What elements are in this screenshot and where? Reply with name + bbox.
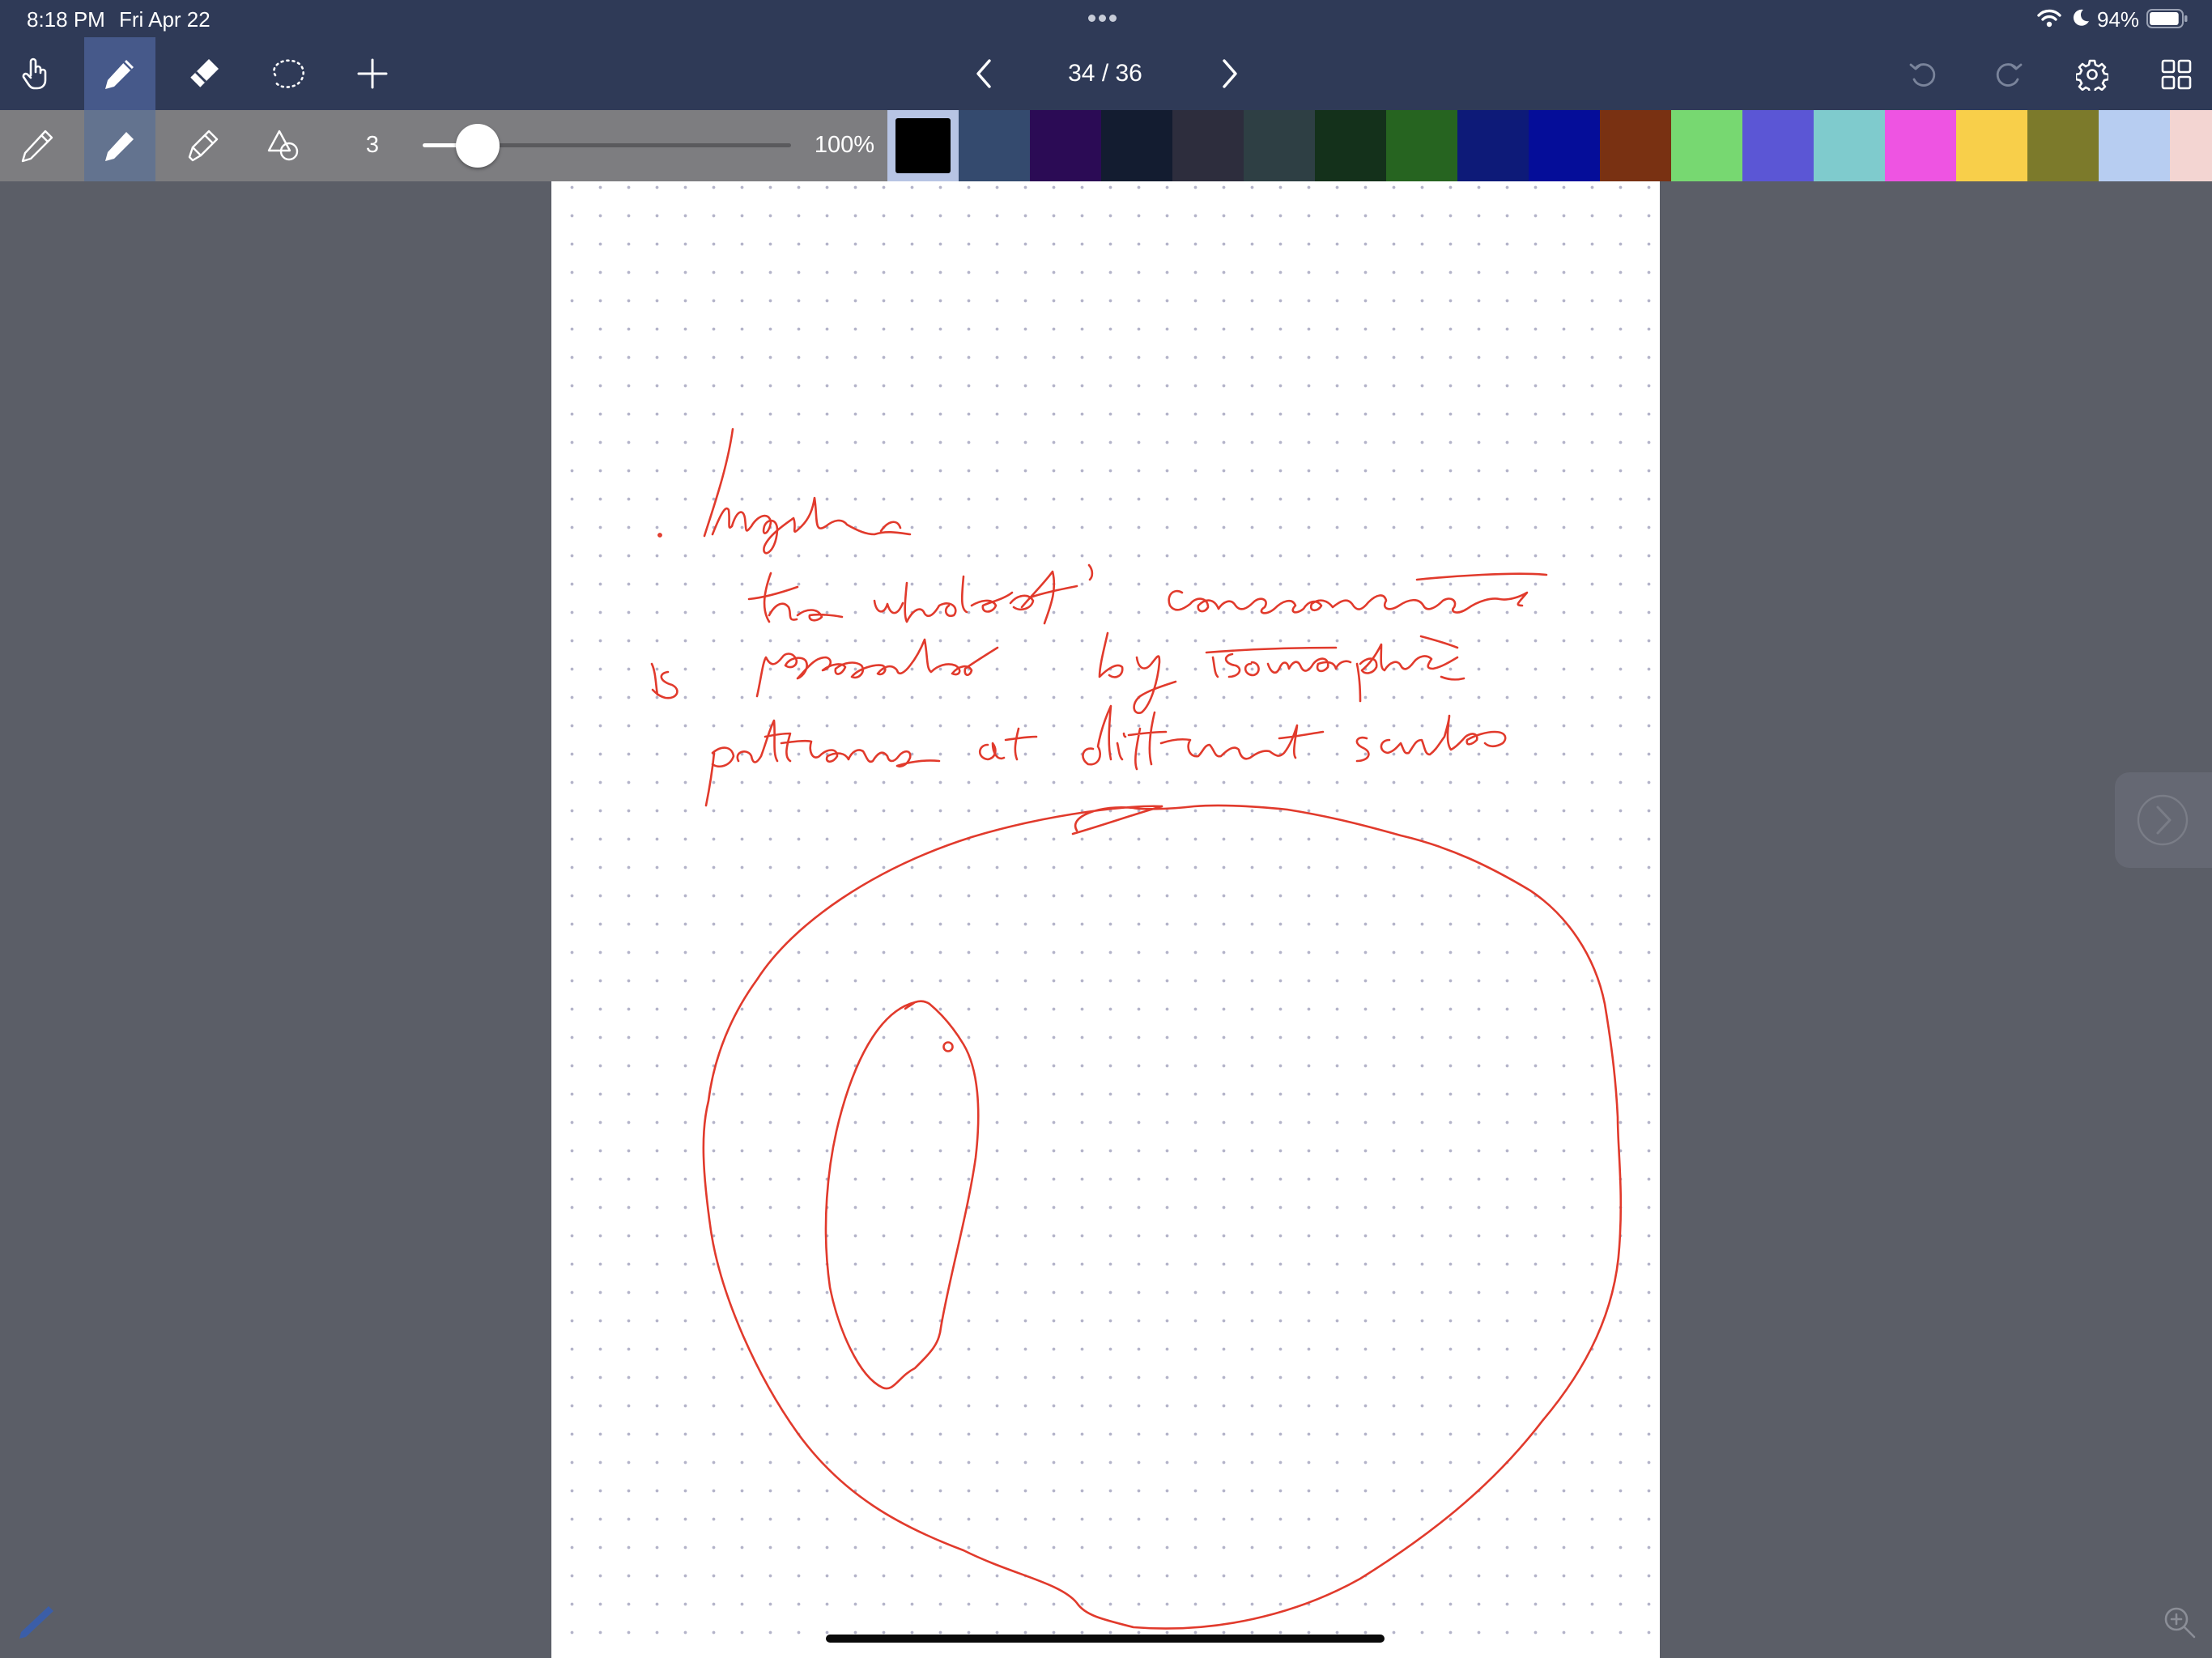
next-page-button[interactable] [2115, 772, 2212, 868]
ink-word-represented [755, 638, 999, 698]
ink-small-circle [942, 1041, 954, 1052]
ink-word-the [747, 572, 844, 623]
ink-word-consciousness [1168, 589, 1529, 614]
ink-word-different [1082, 704, 1325, 771]
ink-word-by [1098, 631, 1177, 714]
ink-dot [657, 533, 662, 538]
ink-word-patterns [704, 719, 941, 807]
home-indicator[interactable] [826, 1635, 1385, 1643]
zoom-in-icon[interactable] [2162, 1605, 2197, 1640]
ink-word-isomorphic [1211, 643, 1459, 703]
ink-outer-circle [1071, 805, 1163, 835]
handwriting-ink: Imagine / the whole of consciousness / i… [650, 427, 1623, 1630]
ink-strike [1415, 572, 1548, 581]
ink-word-imagine [711, 496, 912, 555]
ink-inner-ellipse [824, 1000, 980, 1390]
ink-word-scales [1355, 714, 1507, 763]
pencil-indicator-icon[interactable] [16, 1603, 55, 1642]
chevron-right-icon [2137, 794, 2189, 846]
ink-word-of [1009, 563, 1094, 625]
ink-word-whole [873, 575, 1014, 623]
ink-word-imagine [879, 521, 902, 533]
ink-word-at [978, 727, 1038, 761]
ink-strike [1205, 635, 1465, 681]
ink-word-is [650, 662, 678, 699]
ink-outer-circle [702, 804, 1623, 1630]
